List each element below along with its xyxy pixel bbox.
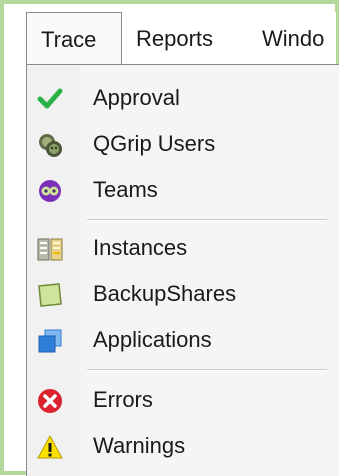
- menu-bar: Trace Reports Windo: [14, 12, 336, 65]
- menu-item-label: Warnings: [93, 433, 186, 458]
- trace-dropdown-menu: Approval QGrip Users Teams Instances Bac…: [26, 64, 339, 476]
- error-icon: [37, 388, 63, 414]
- menu-separator: [87, 219, 327, 221]
- menu-item-applications[interactable]: Applications: [27, 317, 339, 363]
- teams-icon: [37, 178, 63, 204]
- menu-tab-window[interactable]: Windo: [262, 12, 336, 65]
- menu-tab-trace[interactable]: Trace: [26, 12, 122, 65]
- menu-item-label: Approval: [93, 85, 180, 110]
- menu-item-warnings[interactable]: Warnings: [27, 423, 339, 469]
- menu-item-approval[interactable]: Approval: [27, 75, 339, 121]
- menu-item-backup-shares[interactable]: BackupShares: [27, 271, 339, 317]
- backup-shares-icon: [37, 282, 63, 308]
- users-icon: [37, 132, 63, 158]
- menu-tab-reports[interactable]: Reports: [136, 12, 213, 65]
- menu-item-instances[interactable]: Instances: [27, 225, 339, 271]
- menu-item-label: Errors: [93, 387, 153, 412]
- applications-icon: [37, 328, 63, 354]
- menu-item-label: Teams: [93, 177, 158, 202]
- menu-item-qgrip-users[interactable]: QGrip Users: [27, 121, 339, 167]
- menu-item-label: Instances: [93, 235, 188, 260]
- menu-separator: [87, 369, 327, 371]
- menu-item-label: BackupShares: [93, 281, 237, 306]
- check-icon: [37, 86, 63, 112]
- menu-item-label: QGrip Users: [93, 131, 216, 156]
- menu-item-teams[interactable]: Teams: [27, 167, 339, 213]
- instances-icon: [37, 236, 63, 262]
- menu-item-errors[interactable]: Errors: [27, 377, 339, 423]
- warning-icon: [37, 434, 63, 460]
- menu-item-label: Applications: [93, 327, 212, 352]
